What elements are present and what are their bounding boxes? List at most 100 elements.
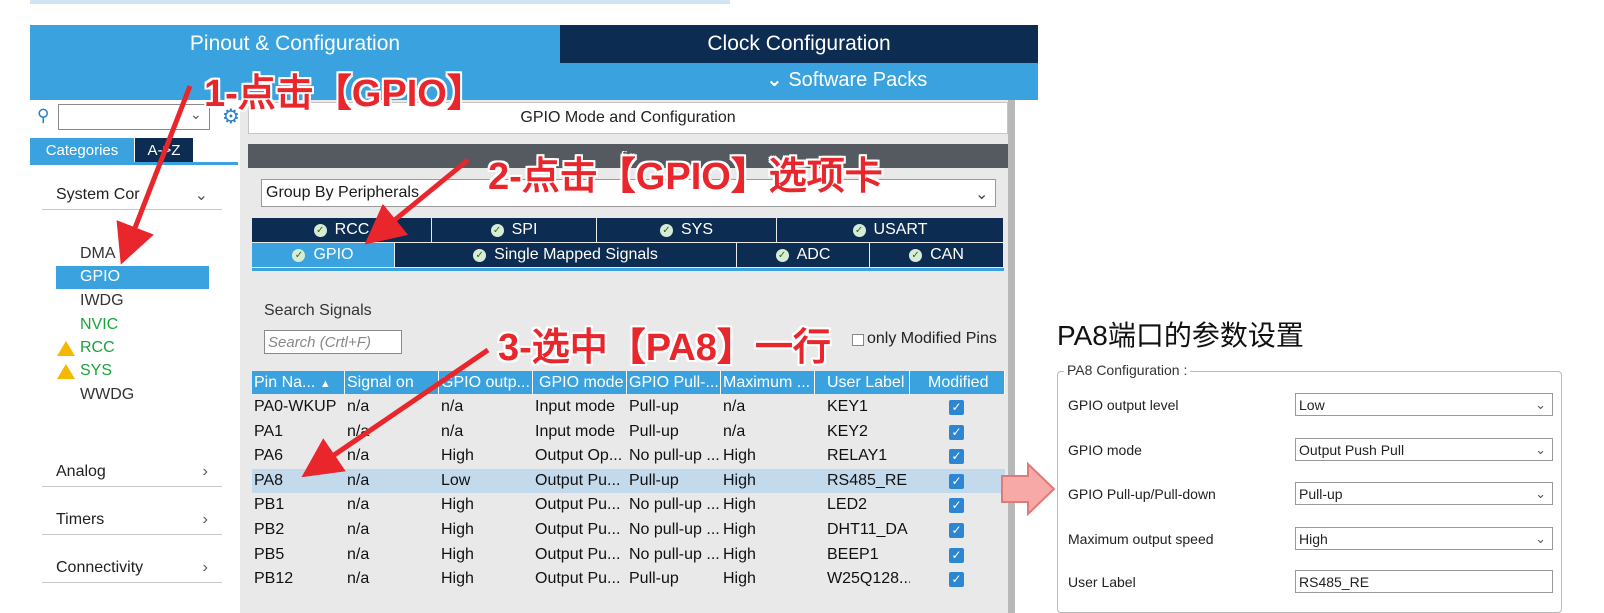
table-cell: High (441, 545, 474, 563)
section-connectivity[interactable]: Connectivity › (42, 553, 222, 583)
section-label: Connectivity (56, 558, 144, 576)
tab-can[interactable]: ✓ CAN (870, 243, 1004, 267)
table-row[interactable]: PB12 n/a High Output Pu... Pull-up High W25Q12… (252, 567, 1005, 592)
software-packs-label: Software Packs (788, 69, 928, 91)
section-timers[interactable]: Timers › (42, 505, 222, 535)
chevron-down-icon: ⌄ (766, 69, 783, 91)
column-header-gpio-mode[interactable]: GPIO mode (533, 371, 627, 394)
chevron-down-icon[interactable]: ⌄ (190, 106, 202, 123)
table-cell: Pull-up (629, 398, 679, 415)
input-user-label[interactable]: RS485_RE (1295, 570, 1553, 593)
tab-label: SPI (511, 221, 538, 238)
table-cell: High (723, 447, 756, 465)
tab-single-mapped-signals[interactable]: ✓ Single Mapped Signals (395, 243, 737, 267)
table-cell: Output Pu... (535, 471, 621, 489)
table-row[interactable]: PB5 n/a High Output Pu... No pull-up ... High… (252, 543, 1005, 568)
table-cell: n/a (347, 447, 370, 465)
panel-scrollbar[interactable] (1008, 100, 1015, 613)
table-cell: PB1 (254, 496, 285, 514)
sidebar-item-rcc[interactable]: RCC (80, 339, 115, 357)
tab-gpio[interactable]: ✓ GPIO (252, 243, 395, 267)
table-row[interactable]: PA6 n/a High Output Op... No pull-up ... High… (252, 444, 1005, 469)
select-gpio-mode[interactable]: Output Push Pull ⌄ (1295, 438, 1553, 461)
modified-checkbox[interactable]: ✓ (949, 572, 964, 588)
tab-sys[interactable]: ✓ SYS (597, 218, 777, 242)
table-cell: PA0-WKUP (254, 398, 337, 415)
search-signals-input[interactable]: Search (Crtl+F) (264, 330, 402, 354)
modified-checkbox[interactable]: ✓ (949, 449, 964, 465)
column-header-user-label[interactable]: User Label (815, 371, 910, 394)
tab-a-z[interactable]: A->Z (135, 138, 193, 162)
only-modified-label: only Modified Pins (867, 330, 997, 347)
table-row[interactable]: PA8 n/a Low Output Pu... Pull-up High RS485_RE… (252, 468, 1005, 494)
table-cell: High (723, 545, 756, 563)
tab-categories[interactable]: Categories (30, 138, 134, 162)
tab-pinout-configuration[interactable]: Pinout & Configuration (30, 25, 560, 63)
only-modified-checkbox[interactable] (852, 334, 864, 346)
table-cell: n/a (347, 398, 370, 415)
modified-checkbox[interactable]: ✓ (949, 547, 964, 563)
table-row[interactable]: PB1 n/a High Output Pu... No pull-up ... High… (252, 493, 1005, 518)
tab-usart[interactable]: ✓ USART (777, 218, 1004, 242)
section-system-core[interactable]: System Cor ⌄ (42, 180, 222, 210)
tab-adc[interactable]: ✓ ADC (737, 243, 870, 267)
tab-clock-configuration[interactable]: Clock Configuration (560, 25, 1038, 63)
table-cell: Output Pu... (535, 521, 621, 538)
modified-checkbox[interactable]: ✓ (949, 498, 964, 514)
tab-label: ADC (796, 246, 831, 263)
chevron-right-icon: › (202, 510, 208, 528)
tab-rcc[interactable]: ✓ RCC (252, 218, 432, 242)
sidebar-item-gpio[interactable]: GPIO (80, 268, 120, 286)
table-cell: High (723, 570, 756, 588)
sidebar-item-dma[interactable]: DMA (80, 245, 116, 263)
column-header-modified[interactable]: Modified (910, 371, 1005, 394)
table-row[interactable]: PB2 n/a High Output Pu... No pull-up ... High… (252, 518, 1005, 543)
section-label: Analog (56, 462, 106, 480)
select-gpio-pull[interactable]: Pull-up ⌄ (1295, 482, 1553, 505)
table-cell: n/a (347, 545, 370, 563)
column-header-gpio-pull[interactable]: GPIO Pull-... (627, 371, 721, 394)
modified-checkbox[interactable]: ✓ (949, 424, 964, 440)
select-value: Output Push Pull (1299, 441, 1405, 458)
table-cell: PB12 (254, 570, 294, 588)
column-header-pin-name[interactable]: Pin Na... ▲ (252, 371, 345, 394)
table-cell: High (723, 471, 756, 489)
modified-checkbox[interactable]: ✓ (949, 400, 964, 415)
table-row[interactable]: PA0-WKUP n/a n/a Input mode Pull-up n/a KEY1 ✓ (252, 395, 1005, 420)
column-header-gpio-output[interactable]: GPIO outp... (439, 371, 533, 394)
chevron-down-icon: ⌄ (1535, 485, 1546, 501)
sidebar (30, 100, 238, 613)
select-max-output-speed[interactable]: High ⌄ (1295, 527, 1553, 550)
chevron-down-icon[interactable]: ⌄ (975, 184, 988, 204)
software-packs-menu[interactable]: ⌄ Software Packs (766, 67, 927, 92)
table-row[interactable]: PA1 n/a n/a Input mode Pull-up n/a KEY2 ✓ (252, 420, 1005, 445)
tab-label: Single Mapped Signals (494, 246, 658, 263)
column-header-signal[interactable]: Signal on (345, 371, 439, 394)
modified-checkbox[interactable]: ✓ (949, 523, 964, 538)
table-cell: LED2 (827, 496, 868, 514)
select-value: High (1299, 530, 1328, 547)
table-cell: DHT11_DA (827, 521, 908, 538)
sidebar-item-nvic[interactable]: NVIC (80, 316, 118, 334)
sidebar-item-wwdg[interactable]: WWDG (80, 386, 134, 404)
table-cell: High (441, 447, 474, 465)
sidebar-item-sys[interactable]: SYS (80, 362, 112, 380)
tab-spi[interactable]: ✓ SPI (432, 218, 597, 242)
sidebar-search-input[interactable] (58, 104, 210, 130)
table-cell: High (441, 570, 474, 588)
tab-label: RCC (334, 221, 370, 238)
chevron-down-icon: ⌄ (194, 186, 208, 204)
chevron-down-icon: ⌄ (1535, 441, 1546, 457)
table-cell: Pull-up (629, 422, 679, 440)
table-cell: High (723, 496, 756, 514)
pa8-config-legend: PA8 Configuration : (1064, 362, 1191, 378)
table-cell: Low (441, 471, 471, 489)
table-cell: Output Op... (535, 447, 623, 465)
sidebar-item-iwdg[interactable]: IWDG (80, 292, 124, 310)
column-header-max-speed[interactable]: Maximum ... (721, 371, 815, 394)
section-analog[interactable]: Analog › (42, 457, 222, 487)
table-cell: Input mode (535, 398, 616, 415)
select-gpio-output-level[interactable]: Low ⌄ (1295, 393, 1553, 416)
modified-checkbox[interactable]: ✓ (949, 473, 964, 489)
table-cell: Input mode (535, 422, 616, 440)
